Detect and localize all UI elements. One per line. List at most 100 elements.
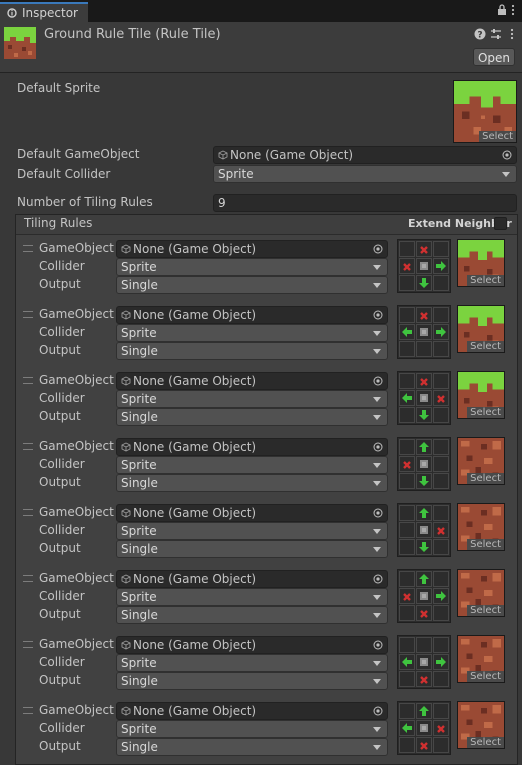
neighbor-cell[interactable] [399, 605, 415, 621]
drag-handle[interactable] [23, 575, 33, 582]
neighbor-cell[interactable] [433, 439, 449, 455]
object-picker-icon[interactable] [373, 706, 383, 716]
object-picker-icon[interactable] [373, 640, 383, 650]
lock-icon[interactable] [497, 4, 507, 16]
neighbor-cell[interactable] [416, 456, 432, 472]
neighbor-cell[interactable] [416, 505, 432, 521]
object-picker-icon[interactable] [373, 508, 383, 518]
rule-collider-dropdown[interactable]: Sprite [116, 522, 388, 540]
neighbor-cell[interactable] [399, 522, 415, 538]
neighbor-cell[interactable] [433, 275, 449, 291]
default-gameobject-field[interactable]: None (Game Object) [213, 146, 517, 164]
default-sprite-field[interactable]: Select [453, 80, 517, 143]
rule-sprite-field[interactable]: Select [457, 437, 505, 485]
neighbor-cell[interactable] [399, 373, 415, 389]
select-label[interactable]: Select [467, 737, 504, 748]
rule-collider-dropdown[interactable]: Sprite [116, 720, 388, 738]
rule-sprite-field[interactable]: Select [457, 635, 505, 683]
drag-handle[interactable] [23, 245, 33, 252]
neighbor-cell[interactable] [433, 654, 449, 670]
neighbor-grid[interactable] [397, 569, 451, 623]
neighbor-grid[interactable] [397, 503, 451, 557]
select-label[interactable]: Select [467, 605, 504, 616]
rule-output-dropdown[interactable]: Single [116, 474, 388, 492]
neighbor-grid[interactable] [397, 305, 451, 359]
neighbor-cell[interactable] [416, 258, 432, 274]
rule-sprite-field[interactable]: Select [457, 371, 505, 419]
select-label[interactable]: Select [467, 473, 504, 484]
neighbor-cell[interactable] [433, 605, 449, 621]
neighbor-cell[interactable] [399, 390, 415, 406]
neighbor-cell[interactable] [416, 703, 432, 719]
neighbor-cell[interactable] [433, 703, 449, 719]
neighbor-cell[interactable] [416, 373, 432, 389]
neighbor-cell[interactable] [416, 671, 432, 687]
drag-handle[interactable] [23, 641, 33, 648]
neighbor-cell[interactable] [416, 571, 432, 587]
rule-collider-dropdown[interactable]: Sprite [116, 390, 388, 408]
neighbor-cell[interactable] [433, 539, 449, 555]
neighbor-cell[interactable] [399, 588, 415, 604]
neighbor-cell[interactable] [433, 258, 449, 274]
object-picker-icon[interactable] [373, 244, 383, 254]
neighbor-cell[interactable] [416, 324, 432, 340]
neighbor-cell[interactable] [399, 539, 415, 555]
neighbor-cell[interactable] [433, 637, 449, 653]
neighbor-cell[interactable] [433, 720, 449, 736]
rule-output-dropdown[interactable]: Single [116, 738, 388, 756]
neighbor-cell[interactable] [399, 505, 415, 521]
drag-handle[interactable] [23, 707, 33, 714]
neighbor-cell[interactable] [416, 439, 432, 455]
rule-output-dropdown[interactable]: Single [116, 408, 388, 426]
rule-sprite-field[interactable]: Select [457, 701, 505, 749]
rule-gameobject-field[interactable]: None (Game Object) [116, 306, 388, 324]
neighbor-cell[interactable] [399, 737, 415, 753]
neighbor-cell[interactable] [433, 373, 449, 389]
neighbor-cell[interactable] [416, 588, 432, 604]
neighbor-cell[interactable] [416, 720, 432, 736]
neighbor-cell[interactable] [399, 571, 415, 587]
neighbor-cell[interactable] [399, 241, 415, 257]
neighbor-cell[interactable] [416, 307, 432, 323]
rule-output-dropdown[interactable]: Single [116, 342, 388, 360]
select-label[interactable]: Select [467, 407, 504, 418]
rule-gameobject-field[interactable]: None (Game Object) [116, 636, 388, 654]
neighbor-cell[interactable] [433, 588, 449, 604]
select-label[interactable]: Select [467, 539, 504, 550]
neighbor-cell[interactable] [433, 473, 449, 489]
select-label[interactable]: Select [467, 275, 504, 286]
object-picker-icon[interactable] [373, 310, 383, 320]
rule-output-dropdown[interactable]: Single [116, 540, 388, 558]
neighbor-cell[interactable] [416, 737, 432, 753]
neighbor-cell[interactable] [433, 737, 449, 753]
neighbor-cell[interactable] [399, 407, 415, 423]
neighbor-cell[interactable] [399, 671, 415, 687]
neighbor-grid[interactable] [397, 701, 451, 755]
neighbor-cell[interactable] [399, 654, 415, 670]
help-icon[interactable]: ? [474, 28, 486, 40]
neighbor-cell[interactable] [399, 341, 415, 357]
rule-output-dropdown[interactable]: Single [116, 606, 388, 624]
neighbor-grid[interactable] [397, 371, 451, 425]
object-picker-icon[interactable] [502, 150, 512, 160]
neighbor-cell[interactable] [433, 324, 449, 340]
rule-sprite-field[interactable]: Select [457, 305, 505, 353]
neighbor-cell[interactable] [416, 275, 432, 291]
neighbor-cell[interactable] [416, 407, 432, 423]
object-picker-icon[interactable] [373, 574, 383, 584]
neighbor-cell[interactable] [416, 341, 432, 357]
neighbor-cell[interactable] [433, 571, 449, 587]
neighbor-cell[interactable] [399, 473, 415, 489]
default-collider-dropdown[interactable]: Sprite [213, 165, 517, 183]
neighbor-cell[interactable] [433, 407, 449, 423]
open-button[interactable]: Open [473, 48, 515, 66]
select-label[interactable]: Select [467, 341, 504, 352]
neighbor-cell[interactable] [433, 390, 449, 406]
neighbor-cell[interactable] [433, 241, 449, 257]
neighbor-cell[interactable] [416, 654, 432, 670]
extend-neighbor-checkbox[interactable] [494, 217, 507, 230]
drag-handle[interactable] [23, 509, 33, 516]
rule-collider-dropdown[interactable]: Sprite [116, 324, 388, 342]
rule-gameobject-field[interactable]: None (Game Object) [116, 240, 388, 258]
drag-handle[interactable] [23, 443, 33, 450]
